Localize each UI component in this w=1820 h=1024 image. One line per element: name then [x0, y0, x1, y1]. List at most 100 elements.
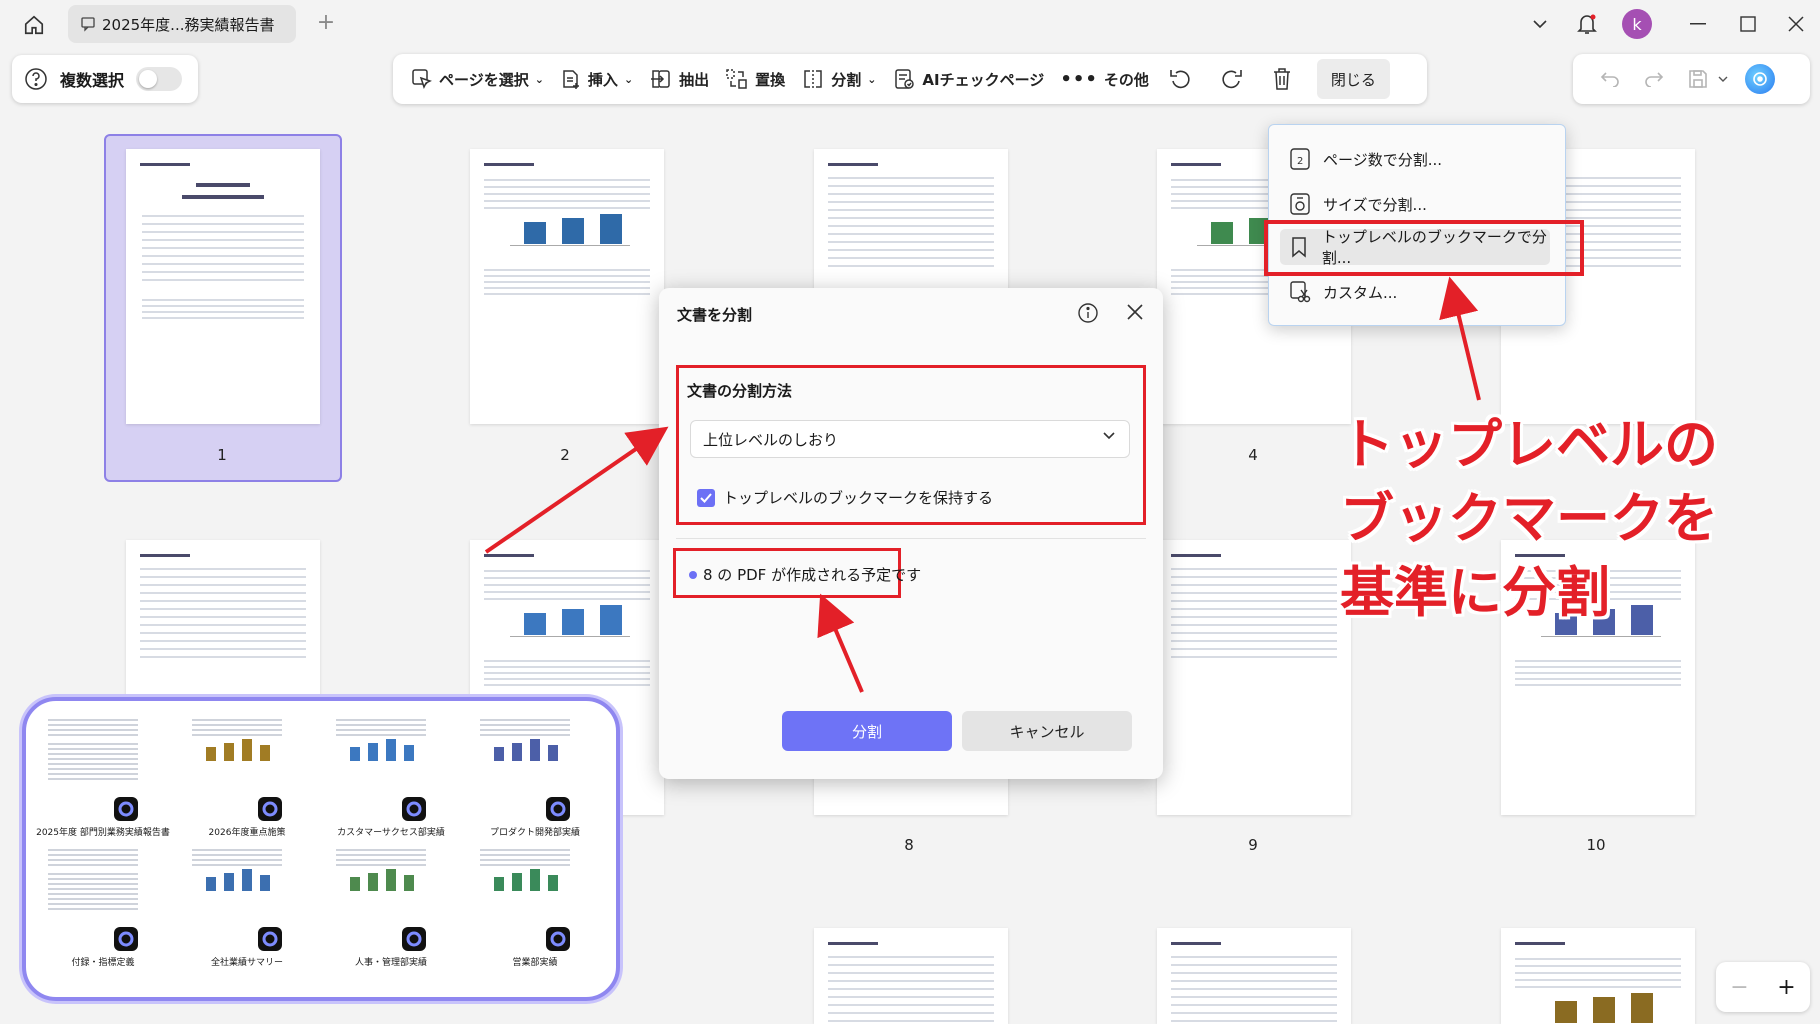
preview-document-item[interactable]: 付録・指標定義	[40, 843, 170, 968]
page-content-mark	[1171, 956, 1337, 958]
rotate-left-button[interactable]	[1157, 59, 1209, 99]
keep-bookmark-checkbox[interactable]	[697, 488, 715, 507]
ai-check-page-button[interactable]: AIチェックページ	[884, 59, 1052, 99]
preview-bar	[206, 747, 216, 761]
menu-item-split-by-pages[interactable]: 2 ページ数で分割...	[1287, 141, 1442, 177]
preview-bar	[548, 745, 558, 761]
zoom-in-button[interactable]: +	[1777, 975, 1795, 1000]
menu-item-custom[interactable]: カスタム...	[1287, 274, 1397, 310]
dialog-title: 文書を分割	[677, 306, 753, 324]
minimize-button[interactable]	[1684, 8, 1712, 40]
preview-thumbnail	[184, 713, 294, 793]
menu-item-split-by-size[interactable]: サイズで分割...	[1287, 186, 1427, 222]
page-content-mark	[1171, 972, 1337, 974]
page-thumbnail[interactable]	[1157, 540, 1351, 815]
preview-document-item[interactable]: 全社業績サマリー	[184, 843, 314, 968]
page-content-mark	[484, 684, 650, 686]
home-button[interactable]	[18, 10, 50, 40]
page-content-mark	[1515, 958, 1681, 960]
page-thumbnail[interactable]	[814, 928, 1008, 1024]
page-content-mark	[1171, 1004, 1337, 1006]
ai-assistant-icon	[1753, 72, 1767, 86]
menu-item-label: ページ数で分割...	[1323, 150, 1443, 169]
save-button[interactable]	[1681, 62, 1715, 96]
insert-label: 挿入	[587, 70, 618, 89]
select-page-button[interactable]: ページを選択 ⌄	[403, 59, 552, 99]
preview-line	[192, 864, 282, 866]
preview-document-item[interactable]: 人事・管理部実績	[328, 843, 458, 968]
replace-button[interactable]: 置換	[717, 59, 793, 99]
preview-bar	[224, 873, 234, 891]
dialog-close-button[interactable]	[1125, 302, 1145, 326]
preview-line	[192, 854, 282, 856]
page-thumbnail[interactable]	[1157, 928, 1351, 1024]
redo-button[interactable]	[1637, 62, 1671, 96]
insert-button[interactable]: 挿入 ⌄	[552, 59, 641, 99]
multi-select-panel: 複数選択	[12, 55, 198, 103]
info-button[interactable]	[1077, 302, 1099, 328]
preview-line	[480, 864, 570, 866]
page-content-mark	[484, 269, 650, 271]
split-method-select[interactable]: 上位レベルのしおり	[690, 420, 1130, 458]
preview-document-item[interactable]: プロダクト開発部実績	[472, 713, 602, 838]
scissors-icon	[1287, 279, 1313, 305]
ai-assistant-button[interactable]	[1745, 64, 1775, 94]
extract-button[interactable]: 抽出	[641, 59, 717, 99]
page-content-mark	[524, 613, 546, 635]
multi-select-toggle[interactable]	[136, 67, 183, 91]
preview-document-item[interactable]: 2026年度重点施策	[184, 713, 314, 838]
page-content-mark	[484, 186, 650, 188]
chevron-down-icon: ⌄	[623, 72, 634, 86]
preview-line	[480, 729, 570, 731]
page-content-mark	[1515, 942, 1565, 945]
zoom-out-button[interactable]: −	[1730, 975, 1748, 1000]
preview-bar	[368, 873, 378, 891]
preview-bar	[206, 877, 216, 891]
page-thumbnail[interactable]	[126, 149, 320, 424]
preview-document-item[interactable]: 営業部実績	[472, 843, 602, 968]
document-tab[interactable]: 2025年度...務実績報告書	[68, 5, 296, 43]
page-content-mark	[140, 648, 306, 650]
save-options-button[interactable]	[1715, 62, 1731, 96]
page-content-mark	[142, 311, 304, 313]
preview-document-item[interactable]: 2025年度 部門別業務実績報告書	[36, 713, 170, 838]
tab-title: 2025年度...務実績報告書	[102, 15, 275, 34]
preview-line	[336, 729, 426, 731]
avatar[interactable]: k	[1622, 9, 1652, 39]
preview-line	[336, 854, 426, 856]
page-content-mark	[562, 609, 584, 635]
rotate-right-icon	[1222, 70, 1242, 89]
undo-button[interactable]	[1593, 62, 1627, 96]
keep-bookmark-row[interactable]: トップレベルのブックマークを保持する	[697, 487, 993, 508]
page-thumbnail[interactable]	[1501, 928, 1695, 1024]
replace-icon	[726, 69, 747, 89]
page-thumbnail[interactable]	[126, 540, 320, 700]
split-button[interactable]: 分割 ⌄	[793, 59, 884, 99]
preview-document-label: 2025年度 部門別業務実績報告書	[36, 828, 170, 838]
maximize-button[interactable]	[1734, 8, 1762, 40]
tab-list-button[interactable]	[1526, 8, 1554, 40]
preview-document-item[interactable]: カスタマーサクセス部実績	[328, 713, 458, 838]
page-content-mark	[828, 163, 878, 166]
split-confirm-button[interactable]: 分割	[782, 711, 952, 751]
preview-line	[480, 859, 570, 861]
page-content-mark	[1171, 554, 1221, 557]
notification-button[interactable]	[1572, 8, 1602, 40]
window-close-button[interactable]	[1782, 8, 1810, 40]
page-content-mark	[828, 972, 994, 974]
preview-line	[192, 734, 282, 736]
delete-button[interactable]	[1261, 59, 1309, 99]
rotate-right-button[interactable]	[1209, 59, 1261, 99]
page-content-mark	[140, 632, 306, 634]
cancel-button[interactable]: キャンセル	[962, 711, 1132, 751]
help-icon[interactable]	[24, 67, 48, 91]
page-content-mark	[828, 1004, 994, 1006]
page-content-mark	[484, 570, 650, 572]
new-tab-button[interactable]: +	[312, 10, 340, 35]
more-button[interactable]: ••• その他	[1052, 59, 1157, 99]
close-page-mode-button[interactable]: 閉じる	[1316, 59, 1390, 99]
preview-line	[480, 724, 570, 726]
page-thumbnail[interactable]	[470, 149, 664, 424]
page-content-mark	[142, 247, 304, 249]
page-content-mark	[140, 640, 306, 642]
